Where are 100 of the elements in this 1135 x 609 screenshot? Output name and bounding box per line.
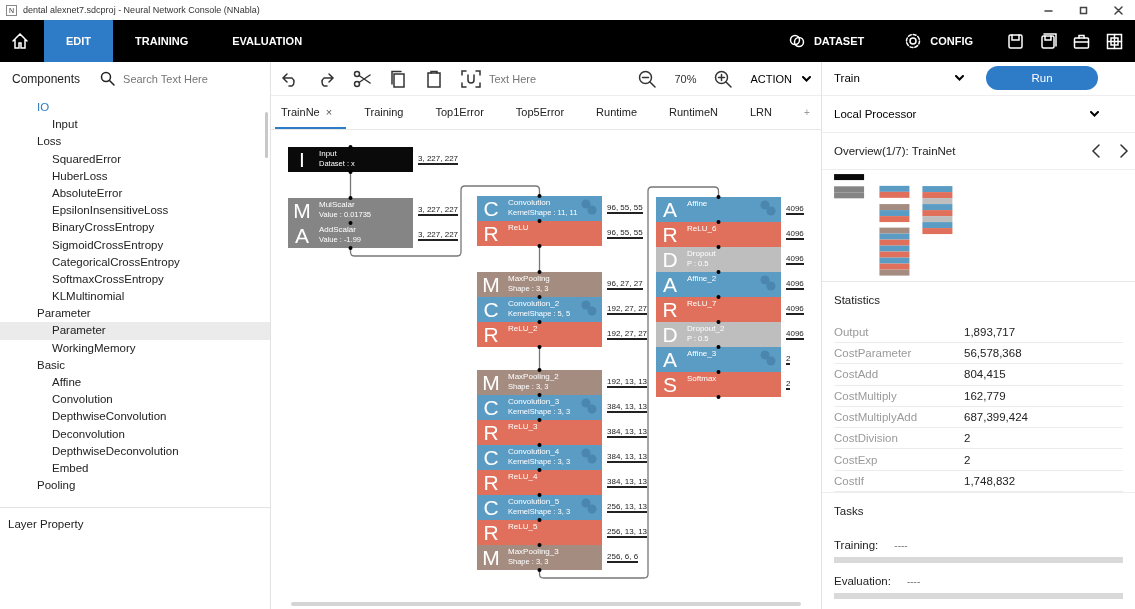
port-dot[interactable] — [537, 194, 542, 198]
tree-item[interactable]: DepthwiseDeconvolution — [0, 442, 270, 460]
scrollbar[interactable] — [265, 112, 268, 158]
layer-letter: R — [482, 221, 500, 246]
tree-item[interactable]: SigmoidCrossEntropy — [0, 236, 270, 254]
processor-dropdown[interactable]: Local Processor — [834, 107, 1099, 120]
port-dot[interactable] — [537, 219, 542, 223]
port-dot[interactable] — [716, 270, 721, 274]
port-dot[interactable] — [716, 395, 721, 399]
paste-icon[interactable] — [425, 69, 443, 88]
tree-category[interactable]: Parameter — [0, 305, 270, 323]
cut-icon[interactable] — [353, 69, 371, 88]
tree-item[interactable]: AbsoluteError — [0, 184, 270, 203]
maximize-icon[interactable] — [1079, 5, 1088, 15]
next-button[interactable] — [1119, 143, 1129, 158]
layer-name: MaxPooling_3 — [508, 547, 559, 557]
home-icon[interactable] — [10, 31, 30, 51]
port-dot[interactable] — [537, 468, 542, 472]
bracket-u-icon[interactable] — [461, 69, 481, 88]
nav-tab[interactable]: EVALUATION — [210, 20, 325, 62]
tab[interactable]: TrainNe × — [275, 96, 347, 129]
port-dot[interactable] — [348, 196, 353, 200]
port-dot[interactable] — [716, 370, 721, 374]
zoom-out-icon[interactable] — [638, 69, 657, 88]
mode-dropdown[interactable]: Train — [834, 72, 964, 85]
port-dot[interactable] — [537, 418, 542, 422]
port-dot[interactable] — [537, 493, 542, 497]
port-dot[interactable] — [716, 220, 721, 224]
tree-item[interactable]: Parameter — [0, 322, 270, 340]
port-dot[interactable] — [348, 145, 353, 149]
tab-close[interactable]: × — [325, 105, 333, 118]
stat-value: 162,779 — [964, 389, 1006, 402]
tab[interactable]: LRN — [743, 96, 786, 129]
briefcase-icon[interactable] — [1073, 32, 1090, 50]
tree-category[interactable]: IO — [0, 99, 270, 117]
run-button[interactable]: Run — [986, 66, 1098, 91]
port-dot[interactable] — [537, 518, 542, 522]
zoom-in-icon[interactable] — [714, 69, 733, 88]
tree-item[interactable]: DepthwiseConvolution — [0, 408, 270, 426]
tab[interactable]: Top5Error — [509, 96, 579, 129]
tree-item[interactable]: CategoricalCrossEntropy — [0, 253, 270, 271]
port-dot[interactable] — [716, 345, 721, 349]
close-icon[interactable] — [1114, 5, 1123, 15]
layout-icon[interactable] — [1106, 32, 1123, 50]
nav-tab[interactable]: EDIT — [44, 20, 114, 62]
layer-letter: D — [661, 247, 679, 272]
tree-item[interactable]: WorkingMemory — [0, 339, 270, 357]
tab[interactable]: Top1Error — [429, 96, 498, 129]
port-dot[interactable] — [537, 393, 542, 397]
tree-category[interactable]: Pooling — [0, 477, 270, 495]
stat-name: CostIf — [834, 474, 866, 487]
stat-value: 56,578,368 — [964, 347, 1022, 360]
port-dot[interactable] — [537, 270, 542, 274]
tree-item[interactable]: Input — [0, 116, 270, 134]
layer-name: Convolution_5 — [508, 497, 561, 507]
port-dot[interactable] — [537, 543, 542, 547]
copy-icon[interactable] — [389, 69, 407, 88]
dataset-button[interactable]: DATASET — [781, 31, 871, 51]
port-dot[interactable] — [537, 244, 542, 248]
port-dot[interactable] — [716, 245, 721, 249]
port-dot[interactable] — [537, 320, 542, 324]
port-dot[interactable] — [716, 195, 721, 199]
port-dot[interactable] — [537, 368, 542, 372]
port-dot[interactable] — [348, 170, 353, 174]
tree-category[interactable]: Basic — [0, 356, 270, 374]
gear-icon — [904, 32, 923, 50]
tree-item[interactable]: SquaredError — [0, 150, 270, 168]
tree-item[interactable]: HuberLoss — [0, 167, 270, 185]
config-button[interactable]: CONFIG — [898, 31, 979, 51]
tab[interactable]: Runtime — [590, 96, 652, 129]
layer-letter: R — [661, 297, 679, 322]
tree-item[interactable]: Affine — [0, 374, 270, 392]
scrollbar[interactable] — [291, 602, 801, 606]
save-icon[interactable] — [1007, 32, 1024, 50]
port-dot[interactable] — [716, 320, 721, 324]
tab[interactable]: Training — [358, 96, 418, 129]
port-dot[interactable] — [716, 295, 721, 299]
tree-item[interactable]: Convolution — [0, 391, 270, 409]
port-dot[interactable] — [537, 345, 542, 349]
nav-tab[interactable]: TRAINING — [113, 20, 211, 62]
tree-category[interactable]: Loss — [0, 133, 270, 151]
tree-item[interactable]: Embed — [0, 459, 270, 478]
caret-icon — [1090, 110, 1099, 117]
tree-item[interactable]: SoftmaxCrossEntropy — [0, 270, 270, 289]
tab[interactable]: RuntimeN — [663, 96, 732, 129]
tree-item[interactable]: Deconvolution — [0, 425, 270, 443]
port-dot[interactable] — [348, 246, 353, 250]
overview-title: Overview(1/7): TrainNet — [834, 144, 956, 157]
port-dot[interactable] — [537, 295, 542, 299]
previous-button[interactable] — [1091, 143, 1101, 158]
port-dot[interactable] — [348, 221, 353, 225]
action-dropdown[interactable]: ACTION — [750, 72, 811, 85]
port-dot[interactable] — [537, 568, 542, 572]
tree-item[interactable]: BinaryCrossEntropy — [0, 219, 270, 237]
tree-item[interactable]: EpsilonInsensitiveLoss — [0, 202, 270, 220]
port-dot[interactable] — [537, 443, 542, 447]
tree-item[interactable]: KLMultinomial — [0, 288, 270, 306]
chevron-right-icon — [1119, 143, 1129, 158]
layer-letter: R — [482, 470, 500, 495]
save-as-icon[interactable] — [1040, 32, 1057, 50]
